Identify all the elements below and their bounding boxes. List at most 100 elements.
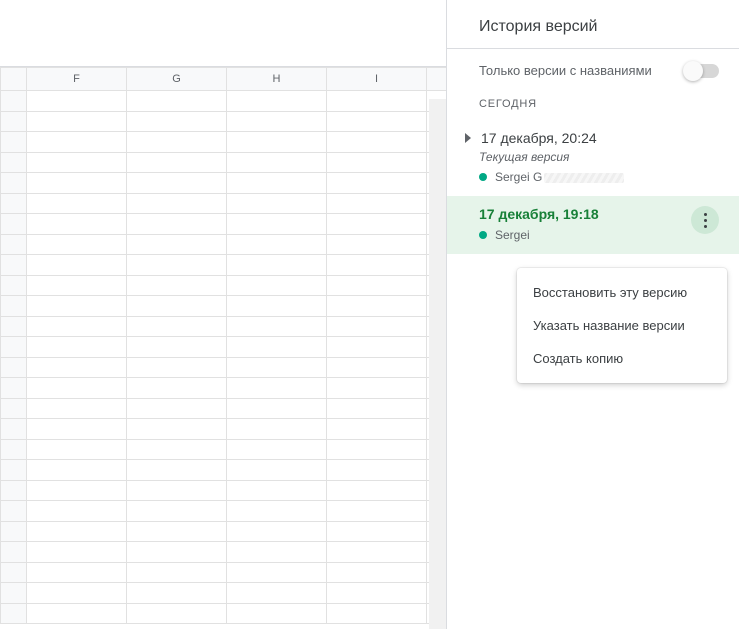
grid-cell[interactable] xyxy=(127,255,227,276)
grid-cell[interactable] xyxy=(327,460,427,481)
grid-cell[interactable] xyxy=(27,521,127,542)
grid-cell[interactable] xyxy=(327,173,427,194)
grid-cell[interactable] xyxy=(1,378,27,399)
grid-cell[interactable] xyxy=(327,275,427,296)
grid-cell[interactable] xyxy=(327,398,427,419)
grid-cell[interactable] xyxy=(1,316,27,337)
grid-cell[interactable] xyxy=(27,501,127,522)
grid-cell[interactable] xyxy=(1,152,27,173)
grid-cell[interactable] xyxy=(227,460,327,481)
grid-cell[interactable] xyxy=(1,357,27,378)
grid-cell[interactable] xyxy=(127,542,227,563)
grid-cell[interactable] xyxy=(227,521,327,542)
grid-cell[interactable] xyxy=(127,337,227,358)
grid-cell[interactable] xyxy=(227,296,327,317)
grid-cell[interactable] xyxy=(1,439,27,460)
grid-cell[interactable] xyxy=(1,296,27,317)
vertical-scrollbar[interactable] xyxy=(429,99,446,629)
grid-cell[interactable] xyxy=(1,111,27,132)
grid-cell[interactable] xyxy=(327,234,427,255)
grid-cell[interactable] xyxy=(227,214,327,235)
grid-cell[interactable] xyxy=(1,193,27,214)
grid-cell[interactable] xyxy=(1,337,27,358)
grid-cell[interactable] xyxy=(227,193,327,214)
grid-cell[interactable] xyxy=(227,542,327,563)
grid-cell[interactable] xyxy=(1,521,27,542)
grid-cell[interactable] xyxy=(327,480,427,501)
grid-cell[interactable] xyxy=(1,603,27,624)
grid-cell[interactable] xyxy=(227,398,327,419)
grid-cell[interactable] xyxy=(127,603,227,624)
grid-cell[interactable] xyxy=(327,255,427,276)
grid-cell[interactable] xyxy=(327,91,427,112)
grid-cell[interactable] xyxy=(1,480,27,501)
grid-cell[interactable] xyxy=(327,583,427,604)
grid-cell[interactable] xyxy=(227,378,327,399)
grid-cell[interactable] xyxy=(27,255,127,276)
grid-cell[interactable] xyxy=(127,583,227,604)
grid-cell[interactable] xyxy=(27,193,127,214)
grid-cell[interactable] xyxy=(327,193,427,214)
grid-cell[interactable] xyxy=(1,542,27,563)
version-more-button[interactable] xyxy=(691,206,719,234)
grid-cell[interactable] xyxy=(127,296,227,317)
grid-cell[interactable] xyxy=(1,255,27,276)
grid-cell[interactable] xyxy=(127,501,227,522)
grid-cell[interactable] xyxy=(1,132,27,153)
grid-cell[interactable] xyxy=(227,255,327,276)
grid-cell[interactable] xyxy=(27,398,127,419)
grid-cell[interactable] xyxy=(327,296,427,317)
grid-cell[interactable] xyxy=(327,316,427,337)
grid-cell[interactable] xyxy=(27,337,127,358)
grid-cell[interactable] xyxy=(327,419,427,440)
grid-cell[interactable] xyxy=(127,398,227,419)
grid-cell[interactable] xyxy=(127,439,227,460)
col-header[interactable]: I xyxy=(327,68,427,91)
grid-cell[interactable] xyxy=(27,439,127,460)
grid-cell[interactable] xyxy=(227,583,327,604)
grid-cell[interactable] xyxy=(127,419,227,440)
expand-caret-icon[interactable] xyxy=(465,133,471,143)
grid-cell[interactable] xyxy=(227,234,327,255)
grid-cell[interactable] xyxy=(327,132,427,153)
grid-cell[interactable] xyxy=(27,234,127,255)
version-item-selected[interactable]: 17 декабря, 19:18 Sergei xyxy=(447,196,739,254)
grid-cell[interactable] xyxy=(1,419,27,440)
grid-cell[interactable] xyxy=(1,173,27,194)
grid-cell[interactable] xyxy=(1,398,27,419)
grid-cell[interactable] xyxy=(227,173,327,194)
grid-cell[interactable] xyxy=(327,439,427,460)
grid-cell[interactable] xyxy=(1,460,27,481)
grid-cell[interactable] xyxy=(327,378,427,399)
grid-cell[interactable] xyxy=(127,357,227,378)
grid-cell[interactable] xyxy=(127,316,227,337)
grid-cell[interactable] xyxy=(1,214,27,235)
grid-cell[interactable] xyxy=(327,501,427,522)
grid-cell[interactable] xyxy=(227,603,327,624)
grid-cell[interactable] xyxy=(127,275,227,296)
grid-cell[interactable] xyxy=(1,275,27,296)
grid-cell[interactable] xyxy=(27,296,127,317)
menu-restore-version[interactable]: Восстановить эту версию xyxy=(517,276,727,309)
grid-cell[interactable] xyxy=(127,378,227,399)
grid-cell[interactable] xyxy=(227,337,327,358)
grid-cell[interactable] xyxy=(127,562,227,583)
grid-cell[interactable] xyxy=(127,214,227,235)
grid-cell[interactable] xyxy=(227,111,327,132)
grid-cell[interactable] xyxy=(127,173,227,194)
grid-cell[interactable] xyxy=(27,419,127,440)
grid-cell[interactable] xyxy=(27,583,127,604)
grid-cell[interactable] xyxy=(27,152,127,173)
grid-cell[interactable] xyxy=(27,480,127,501)
grid-cell[interactable] xyxy=(127,521,227,542)
named-versions-only-toggle[interactable] xyxy=(685,64,719,78)
grid-cell[interactable] xyxy=(127,132,227,153)
grid-cell[interactable] xyxy=(27,460,127,481)
grid-cell[interactable] xyxy=(27,111,127,132)
col-header[interactable]: H xyxy=(227,68,327,91)
grid-cell[interactable] xyxy=(27,275,127,296)
grid-cell[interactable] xyxy=(27,603,127,624)
grid-cell[interactable] xyxy=(1,562,27,583)
grid-cell[interactable] xyxy=(127,152,227,173)
grid-cell[interactable] xyxy=(127,234,227,255)
